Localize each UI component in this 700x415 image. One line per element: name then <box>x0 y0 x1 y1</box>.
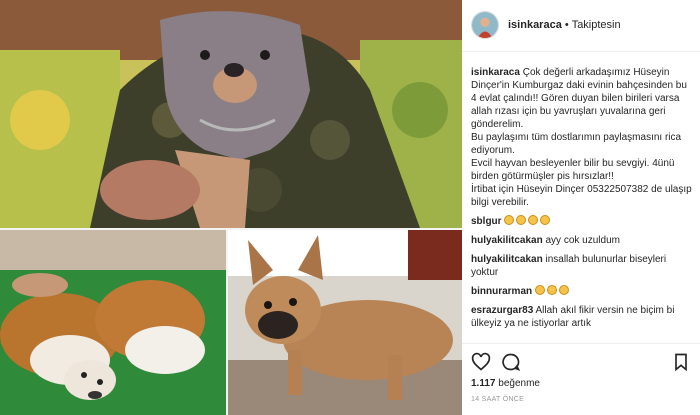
comment-username[interactable]: binnurarman <box>471 286 532 297</box>
likes-number: 1.117 <box>471 378 496 389</box>
comment-username[interactable]: hulyakilitcakan <box>471 254 543 265</box>
crying-emoji-icon <box>516 215 527 225</box>
comment-item: hulyakilitcakan ayy cok uzuldum <box>471 234 693 247</box>
bookmark-icon[interactable] <box>671 352 691 372</box>
comment-item: binnurarman <box>471 285 693 298</box>
caption-line-4: İrtibat için Hüseyin Dinçer 05322507382 … <box>471 184 692 208</box>
post-photo-collage[interactable] <box>0 0 462 415</box>
avatar[interactable] <box>471 11 499 39</box>
post-header: isinkaraca • Takiptesin <box>462 0 700 52</box>
caption-line-3: Evcil hayvan besleyenler bilir bu sevgiy… <box>471 158 675 182</box>
photo-man-holding-bulldog <box>0 0 462 228</box>
header-separator: • <box>564 19 569 31</box>
comment-item: esrazurgar83 Allah akıl fikir versin ne … <box>471 304 693 330</box>
photo-sleeping-bulldogs <box>0 230 226 415</box>
crying-emoji-icon <box>540 215 551 225</box>
post-actions: 1.117 beğenme 14 SAAT ÖNCE <box>462 343 700 415</box>
crying-emoji-icon <box>558 285 569 295</box>
comment-item: sblgur <box>471 215 693 228</box>
comment-text: ayy cok uzuldum <box>545 235 620 246</box>
caption-username[interactable]: isinkaraca <box>471 67 520 78</box>
heart-icon[interactable] <box>471 352 491 372</box>
comment-username[interactable]: hulyakilitcakan <box>471 235 543 246</box>
comment-icon[interactable] <box>501 352 521 372</box>
follow-status[interactable]: Takiptesin <box>572 19 621 31</box>
comment-username[interactable]: sblgur <box>471 216 502 227</box>
header-username[interactable]: isinkaraca <box>508 19 562 31</box>
post-side-panel: isinkaraca • Takiptesin isinkaraca Çok değ… <box>462 0 700 415</box>
caption-line-2: Bu paylaşımı tüm dostlarımın paylaşmasın… <box>471 132 682 156</box>
photo-french-bulldog <box>228 230 462 415</box>
likes-label: beğenme <box>498 378 540 389</box>
post-caption: isinkaraca Çok değerli arkadaşımız Hüsey… <box>471 66 693 209</box>
header-user-line: isinkaraca • Takiptesin <box>508 18 621 32</box>
comments-list[interactable]: isinkaraca Çok değerli arkadaşımız Hüsey… <box>471 66 693 348</box>
crying-emoji-icon <box>534 285 545 295</box>
crying-emoji-icon <box>546 285 557 295</box>
crying-emoji-icon <box>528 215 539 225</box>
comment-item: hulyakilitcakan insallah bulunurlar bise… <box>471 253 693 279</box>
crying-emoji-icon <box>504 215 515 225</box>
comment-username[interactable]: esrazurgar83 <box>471 305 533 316</box>
likes-count[interactable]: 1.117 beğenme <box>471 378 540 389</box>
post-timestamp: 14 SAAT ÖNCE <box>471 396 525 403</box>
